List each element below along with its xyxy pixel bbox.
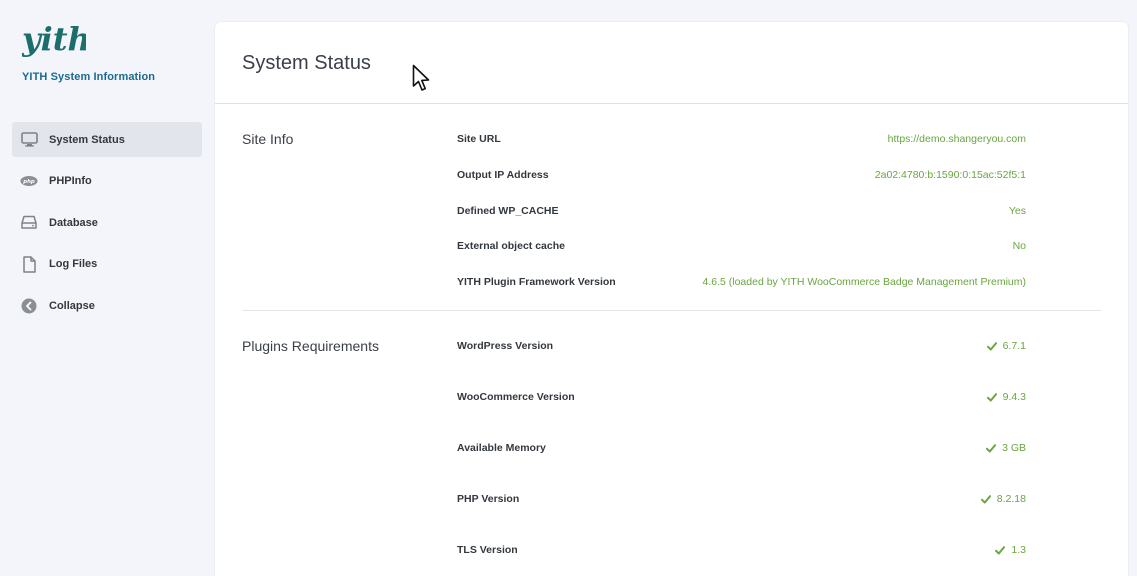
row-value: 2a02:4780:b:1590:0:15ac:52f5:1 xyxy=(874,169,1026,181)
sidebar-item-database[interactable]: Database xyxy=(12,205,202,240)
req-row-tls: TLS Version 1.3 xyxy=(457,540,1026,560)
brand-subtitle: YITH System Information xyxy=(22,71,156,83)
requirement-value: 8.2.18 xyxy=(996,493,1026,505)
php-icon: php xyxy=(20,172,38,190)
row-value-ok: 9.4.3 xyxy=(986,391,1026,403)
checkmark-icon xyxy=(995,545,1006,555)
row-label: WordPress Version xyxy=(457,340,554,352)
requirement-value: 6.7.1 xyxy=(1002,340,1026,352)
row-value-ok: 6.7.1 xyxy=(986,340,1026,352)
sidebar-item-label: System Status xyxy=(49,133,125,146)
page-title: System Status xyxy=(242,52,371,74)
row-label: WooCommerce Version xyxy=(457,391,575,403)
sidebar-item-collapse[interactable]: Collapse xyxy=(12,288,202,323)
req-row-woocommerce: WooCommerce Version 9.4.3 xyxy=(457,387,1026,407)
row-label: Available Memory xyxy=(457,442,546,454)
info-row-framework-version: YITH Plugin Framework Version 4.6.5 (loa… xyxy=(457,272,1026,292)
checkmark-icon xyxy=(986,392,997,402)
info-row-wp-cache: Defined WP_CACHE Yes xyxy=(457,201,1026,221)
row-value-ok: 3 GB xyxy=(986,442,1026,454)
svg-text:yith: yith xyxy=(22,20,86,58)
sidebar-nav: System Status php PHPInfo Database Log F… xyxy=(12,122,202,330)
req-row-wordpress: WordPress Version 6.7.1 xyxy=(457,336,1026,356)
row-value-ok: 8.2.18 xyxy=(980,493,1026,505)
monitor-icon xyxy=(20,131,38,149)
row-value-ok: 1.3 xyxy=(995,544,1026,556)
req-row-memory: Available Memory 3 GB xyxy=(457,438,1026,458)
sidebar-item-label: Database xyxy=(49,216,98,229)
collapse-arrow-icon xyxy=(20,297,38,315)
checkmark-icon xyxy=(986,341,997,351)
requirement-value: 1.3 xyxy=(1011,544,1026,556)
checkmark-icon xyxy=(986,443,997,453)
row-label: YITH Plugin Framework Version xyxy=(457,276,616,288)
sidebar: yith YITH System Information System Stat… xyxy=(0,0,215,576)
sidebar-item-label: Log Files xyxy=(49,258,98,270)
sidebar-item-label: Collapse xyxy=(49,299,95,312)
requirement-value: 9.4.3 xyxy=(1002,391,1026,403)
row-label: Output IP Address xyxy=(457,169,549,181)
info-row-object-cache: External object cache No xyxy=(457,236,1026,256)
row-label: TLS Version xyxy=(457,544,518,556)
section-title-plugins-requirements: Plugins Requirements xyxy=(242,338,379,354)
file-icon xyxy=(20,255,38,273)
panel-header: System Status xyxy=(215,22,1128,104)
requirement-value: 3 GB xyxy=(1002,442,1026,454)
row-label: Defined WP_CACHE xyxy=(457,205,559,217)
req-row-php: PHP Version 8.2.18 xyxy=(457,489,1026,509)
yith-logo: yith xyxy=(22,20,86,58)
row-value: 4.6.5 (loaded by YITH WooCommerce Badge … xyxy=(702,276,1026,288)
database-icon xyxy=(20,214,38,232)
row-label: Site URL xyxy=(457,133,501,145)
sidebar-item-label: PHPInfo xyxy=(49,175,92,187)
row-value: Yes xyxy=(1008,205,1026,217)
sidebar-item-phpinfo[interactable]: php PHPInfo xyxy=(12,164,202,199)
main-panel: System Status Site Info Site URL https:/… xyxy=(215,22,1128,576)
section-title-site-info: Site Info xyxy=(242,131,294,147)
section-divider xyxy=(242,310,1101,311)
sidebar-item-log-files[interactable]: Log Files xyxy=(12,247,202,282)
info-row-output-ip: Output IP Address 2a02:4780:b:1590:0:15a… xyxy=(457,165,1026,185)
info-row-site-url: Site URL https://demo.shangeryou.com xyxy=(457,129,1026,149)
row-label: PHP Version xyxy=(457,493,520,505)
sidebar-item-system-status[interactable]: System Status xyxy=(12,122,202,157)
row-value[interactable]: https://demo.shangeryou.com xyxy=(888,133,1026,145)
checkmark-icon xyxy=(980,494,991,504)
row-value: No xyxy=(1012,240,1026,252)
svg-text:php: php xyxy=(22,179,35,185)
row-label: External object cache xyxy=(457,240,565,252)
mouse-cursor-icon xyxy=(412,64,430,91)
